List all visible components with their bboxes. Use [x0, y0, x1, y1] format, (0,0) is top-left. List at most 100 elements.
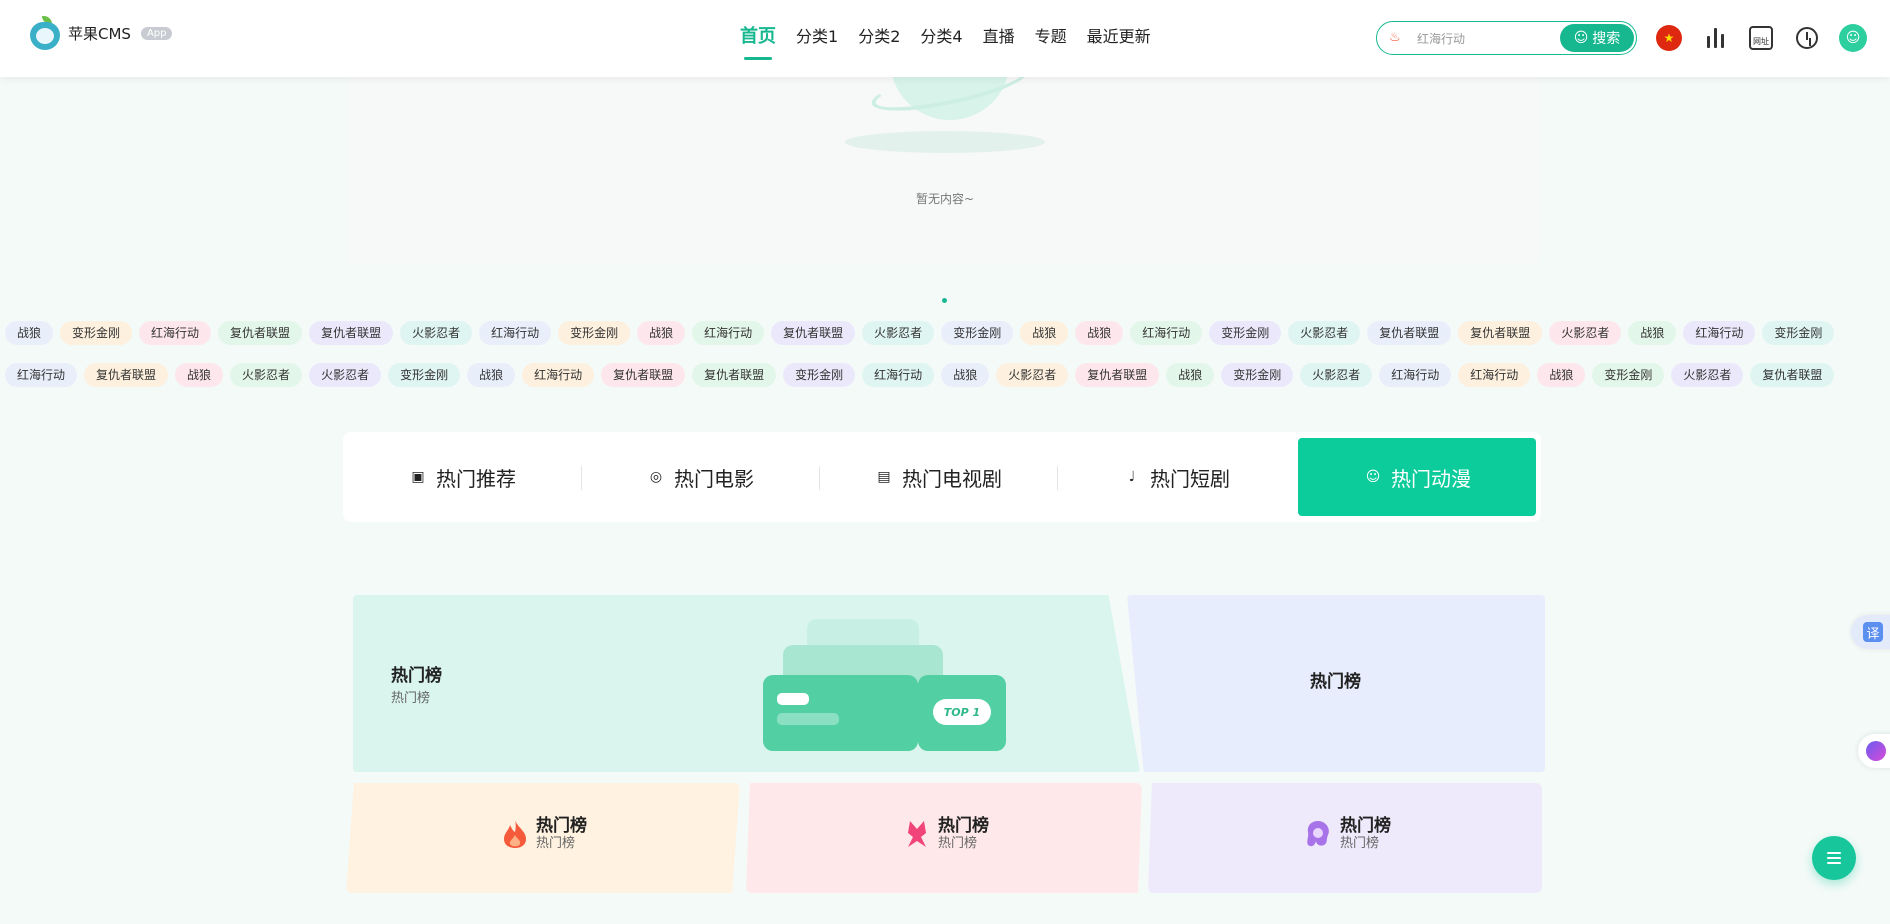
- search-button[interactable]: ☺ 搜索: [1560, 24, 1634, 52]
- hot-tag[interactable]: 火影忍者: [309, 363, 382, 387]
- hot-tag[interactable]: 红海行动: [1458, 363, 1531, 387]
- hot-tag[interactable]: 红海行动: [862, 363, 935, 387]
- microphone-icon: ♩: [1128, 469, 1136, 485]
- hot-tag[interactable]: 复仇者联盟: [1458, 321, 1543, 345]
- hot-tag[interactable]: 变形金刚: [941, 321, 1014, 345]
- language-flag-button[interactable]: ★: [1655, 24, 1683, 52]
- hot-tag[interactable]: 变形金刚: [388, 363, 461, 387]
- hot-tag[interactable]: 战狼: [1628, 321, 1677, 345]
- hot-tag[interactable]: 变形金刚: [1592, 363, 1665, 387]
- hot-tag[interactable]: 火影忍者: [230, 363, 303, 387]
- hot-tag[interactable]: 红海行动: [1379, 363, 1452, 387]
- avatar: ☺: [1839, 24, 1867, 52]
- website-button[interactable]: 网址: [1747, 24, 1775, 52]
- hot-tag[interactable]: 变形金刚: [1209, 321, 1282, 345]
- site-logo[interactable]: 苹果CMS App: [30, 16, 173, 50]
- hot-tags-row-2: 红海行动 复仇者联盟 战狼 火影忍者 火影忍者 变形金刚 战狼 红海行动 复仇者联盟 复仇者联盟变…: [5, 363, 1835, 387]
- hot-tag[interactable]: 火影忍者: [1549, 321, 1622, 345]
- hot-tag[interactable]: 战狼: [1166, 363, 1215, 387]
- ai-assistant-button[interactable]: [1858, 734, 1890, 768]
- hot-tag[interactable]: 红海行动: [1683, 321, 1756, 345]
- hot-tag[interactable]: 战狼: [1075, 321, 1124, 345]
- hot-tag[interactable]: 变形金刚: [558, 321, 631, 345]
- nav-topic[interactable]: 专题: [1025, 24, 1077, 66]
- web-address-icon: 网址: [1749, 26, 1773, 50]
- hot-tag[interactable]: 火影忍者: [1288, 321, 1361, 345]
- hot-tag[interactable]: 复仇者联盟: [1367, 321, 1452, 345]
- rank-card-small-1[interactable]: 热门榜 热门榜: [346, 783, 740, 893]
- flame-icon: [504, 820, 526, 848]
- rank-card-title: 热门榜: [536, 816, 587, 836]
- hot-tag[interactable]: 复仇者联盟: [771, 321, 856, 345]
- rank-card-small-2[interactable]: 热门榜 热门榜: [746, 783, 1142, 893]
- hot-tag[interactable]: 战狼: [175, 363, 224, 387]
- hot-tag[interactable]: 红海行动: [139, 321, 212, 345]
- search-input[interactable]: [1417, 22, 1557, 54]
- hot-tag[interactable]: 火影忍者: [1671, 363, 1744, 387]
- rank-card-subtitle: 热门榜: [938, 836, 978, 851]
- rank-card-small-3[interactable]: 热门榜 热门榜: [1148, 783, 1542, 893]
- nav-home[interactable]: 首页: [730, 24, 786, 66]
- hot-tag[interactable]: 红海行动: [5, 363, 78, 387]
- hot-tag[interactable]: 复仇者联盟: [84, 363, 169, 387]
- hot-tag[interactable]: 战狼: [5, 321, 54, 345]
- hot-tag[interactable]: 战狼: [467, 363, 516, 387]
- nav-live[interactable]: 直播: [973, 24, 1025, 66]
- translate-button[interactable]: 译: [1851, 615, 1890, 649]
- rank-card-title: 热门榜: [1310, 672, 1361, 692]
- category-tabs: ▣ 热门推荐 ◎ 热门电影 ▤ 热门电视剧 ♩ 热门短剧 ☺ 热门动漫: [343, 432, 1541, 522]
- user-avatar-button[interactable]: ☺: [1839, 24, 1867, 52]
- menu-icon: [1827, 852, 1841, 854]
- nav-category-4[interactable]: 分类4: [910, 24, 972, 66]
- rank-card-secondary[interactable]: 热门榜: [1127, 595, 1545, 772]
- rank-card-subtitle: 热门榜: [391, 691, 431, 706]
- tab-label: 热门动漫: [1391, 466, 1471, 491]
- nav-category-2[interactable]: 分类2: [848, 24, 910, 66]
- hot-tag[interactable]: 变形金刚: [1762, 321, 1835, 345]
- hot-tag[interactable]: 红海行动: [692, 321, 765, 345]
- top-header: 苹果CMS App 首页 分类1 分类2 分类4 直播 专题 最近更新 ♨ ☺ …: [0, 0, 1890, 77]
- carousel-indicator[interactable]: [942, 298, 947, 303]
- tab-hot-anime[interactable]: ☺ 热门动漫: [1298, 438, 1536, 516]
- tab-hot-shorts[interactable]: ♩ 热门短剧: [1057, 438, 1295, 516]
- hot-tag[interactable]: 复仇者联盟: [692, 363, 777, 387]
- tab-label: 热门电视剧: [902, 466, 1002, 491]
- rank-card-subtitle: 热门榜: [1340, 836, 1380, 851]
- hot-tag[interactable]: 红海行动: [522, 363, 595, 387]
- hot-tag[interactable]: 变形金刚: [60, 321, 133, 345]
- hot-tag[interactable]: 火影忍者: [400, 321, 473, 345]
- hot-tag[interactable]: 战狼: [941, 363, 990, 387]
- tab-hot-movies[interactable]: ◎ 热门电影: [581, 438, 819, 516]
- main-nav: 首页 分类1 分类2 分类4 直播 专题 最近更新: [730, 24, 1161, 66]
- china-flag-icon: ★: [1656, 25, 1682, 51]
- ranking-button[interactable]: [1701, 24, 1729, 52]
- nav-category-1[interactable]: 分类1: [786, 24, 848, 66]
- hot-tag[interactable]: 复仇者联盟: [309, 321, 394, 345]
- translate-icon: 译: [1863, 622, 1883, 642]
- hot-tag[interactable]: 火影忍者: [1300, 363, 1373, 387]
- hot-tag[interactable]: 变形金刚: [783, 363, 856, 387]
- bow-icon: [908, 821, 926, 847]
- hot-tag[interactable]: 战狼: [637, 321, 686, 345]
- menu-fab-button[interactable]: [1812, 836, 1856, 880]
- tab-label: 热门短剧: [1150, 466, 1230, 491]
- girl-icon: [1307, 821, 1329, 847]
- tab-label: 热门推荐: [436, 466, 516, 491]
- hot-tag[interactable]: 复仇者联盟: [1075, 363, 1160, 387]
- tab-hot-tv[interactable]: ▤ 热门电视剧: [819, 438, 1057, 516]
- hot-tag[interactable]: 变形金刚: [1221, 363, 1294, 387]
- hot-tag[interactable]: 战狼: [1537, 363, 1586, 387]
- hot-tag[interactable]: 火影忍者: [996, 363, 1069, 387]
- history-button[interactable]: [1793, 24, 1821, 52]
- hot-tag[interactable]: 红海行动: [1130, 321, 1203, 345]
- hot-tag[interactable]: 战狼: [1020, 321, 1069, 345]
- hot-tag[interactable]: 火影忍者: [862, 321, 935, 345]
- tab-hot-recommend[interactable]: ▣ 热门推荐: [343, 438, 581, 516]
- nav-recent-updates[interactable]: 最近更新: [1077, 24, 1161, 66]
- hot-tag[interactable]: 复仇者联盟: [601, 363, 686, 387]
- rank-card-main[interactable]: 热门榜 热门榜 TOP 1: [353, 595, 1140, 772]
- hot-tag[interactable]: 复仇者联盟: [218, 321, 303, 345]
- hot-tag[interactable]: 复仇者联盟: [1750, 363, 1835, 387]
- hot-tag[interactable]: 红海行动: [479, 321, 552, 345]
- empty-message: 暂无内容~: [916, 192, 975, 206]
